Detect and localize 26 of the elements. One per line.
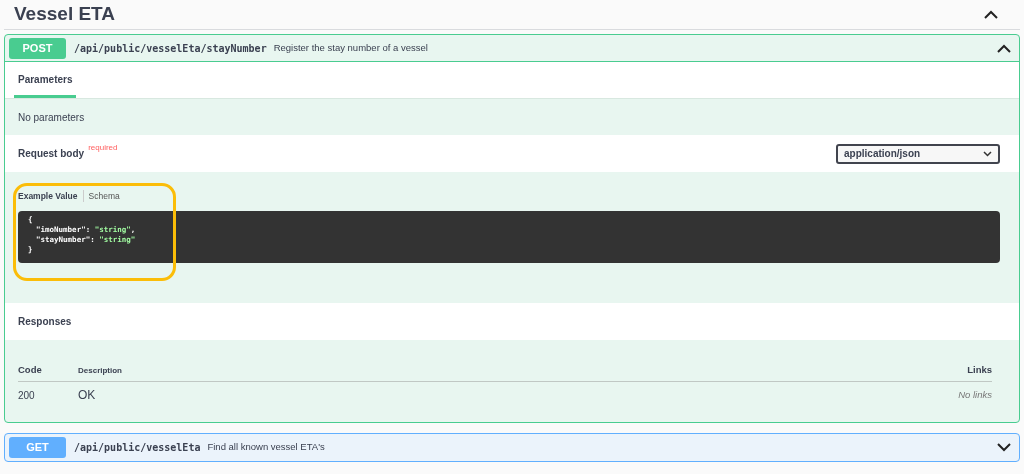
response-code: 200 (18, 388, 36, 403)
caret-icon (983, 150, 992, 157)
responses-label: Responses (18, 315, 72, 329)
column-header: Links (967, 363, 992, 378)
endpoint-summary: Find all known vessel ETA's (207, 440, 325, 455)
tab[interactable]: Parameters (14, 72, 77, 98)
section-title: Vessel ETA (14, 2, 116, 27)
required-label: required (88, 143, 118, 152)
content-type-select[interactable]: application/json (836, 143, 1000, 164)
endpoint-summary: Register the stay number of a vessel (273, 40, 428, 55)
response-description: OK (78, 387, 97, 404)
column-header: Code (18, 363, 43, 378)
operation-header[interactable]: GET /api/public/vesselEta Find all known vessel ETA's (5, 434, 1019, 461)
column-header: Description (78, 364, 123, 377)
chevron-up-icon[interactable] (984, 10, 998, 19)
endpoint-path: /api/public/vesselEta (74, 441, 201, 455)
method-badge: POST (9, 37, 66, 59)
example-tab[interactable]: Example Value (18, 190, 78, 203)
example-tab[interactable]: Schema (88, 190, 120, 203)
no-parameters-text: No parameters (18, 110, 85, 125)
chevron-down-icon[interactable] (997, 443, 1011, 452)
method-badge: GET (9, 437, 66, 458)
links-text: No links (958, 387, 992, 402)
endpoint-path: /api/public/vesselEta/stayNumber (74, 41, 267, 56)
chevron-up-icon[interactable] (997, 43, 1011, 53)
request-body-label: Request body (18, 147, 85, 161)
